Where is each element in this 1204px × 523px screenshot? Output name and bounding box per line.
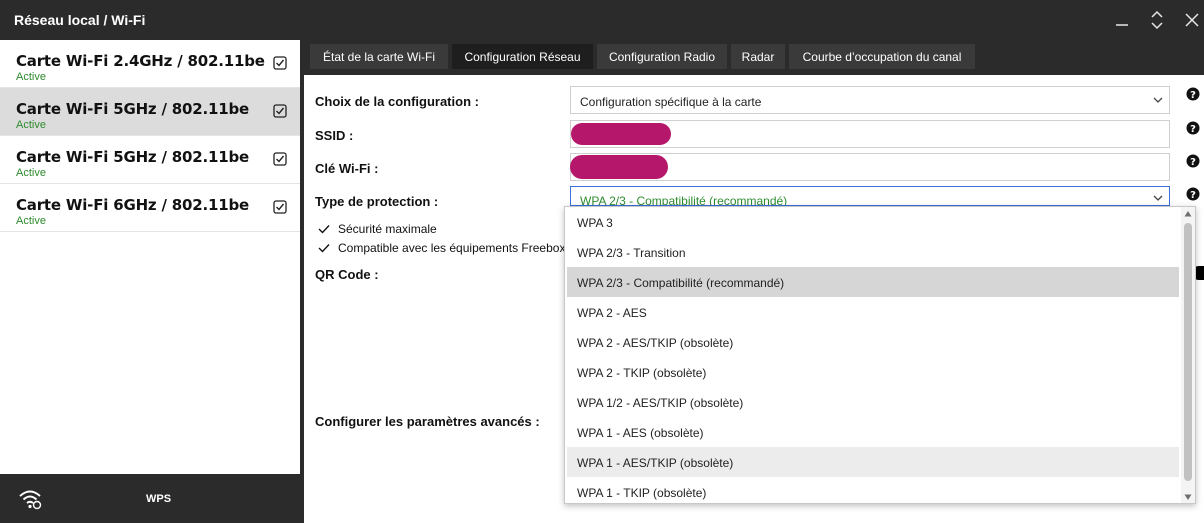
- tab-courbe-occupation[interactable]: Courbe d’occupation du canal: [789, 44, 975, 69]
- wifi-card-name: Carte Wi-Fi 5GHz / 802.11be: [16, 148, 249, 166]
- config-choice-label: Choix de la configuration :: [315, 94, 479, 109]
- advanced-settings-label: Configurer les paramètres avancés :: [315, 414, 540, 429]
- help-icon[interactable]: ?: [1186, 187, 1200, 201]
- checkbox-checked-icon[interactable]: [273, 200, 287, 214]
- close-icon[interactable]: [1180, 8, 1204, 32]
- tab-bar: État de la carte Wi-Fi Configuration Rés…: [304, 40, 1204, 75]
- scroll-down-icon[interactable]: [1184, 493, 1192, 501]
- compatibility-feature-item: Compatible avec les équipements Freebox: [318, 241, 565, 255]
- svg-text:?: ?: [1190, 124, 1196, 135]
- protection-type-select[interactable]: WPA 2/3 - Compatibilité (recommandé): [570, 186, 1170, 206]
- restore-icon[interactable]: [1145, 8, 1169, 32]
- dropdown-option[interactable]: WPA 1/2 - AES/TKIP (obsolète): [567, 387, 1179, 417]
- window-title: Réseau local / Wi-Fi: [14, 12, 146, 28]
- sidebar-bottom-bar: WPS: [0, 474, 304, 523]
- redacted-ssid: [571, 123, 671, 145]
- help-icon[interactable]: ?: [1186, 154, 1200, 168]
- dropdown-option[interactable]: WPA 2 - AES/TKIP (obsolète): [567, 327, 1179, 357]
- dropdown-option[interactable]: WPA 3: [567, 207, 1179, 237]
- svg-text:?: ?: [1190, 157, 1196, 168]
- tab-configuration-radio[interactable]: Configuration Radio: [597, 44, 727, 69]
- chevron-down-icon: [1153, 97, 1163, 103]
- scrollbar-thumb[interactable]: [1184, 223, 1192, 481]
- wifi-card-item[interactable]: Carte Wi-Fi 5GHz / 802.11be Active: [0, 136, 300, 184]
- tab-etat-carte[interactable]: État de la carte Wi-Fi: [310, 44, 448, 69]
- compatibility-feature-text: Compatible avec les équipements Freebox: [338, 241, 566, 255]
- dropdown-option[interactable]: WPA 2 - TKIP (obsolète): [567, 357, 1179, 387]
- qr-code-label: QR Code :: [315, 267, 379, 282]
- wifi-card-item[interactable]: Carte Wi-Fi 2.4GHz / 802.11be Active: [0, 40, 300, 88]
- wps-button[interactable]: WPS: [146, 493, 171, 505]
- wifi-card-name: Carte Wi-Fi 2.4GHz / 802.11be: [16, 52, 265, 70]
- checkmark-icon: [318, 244, 330, 253]
- redacted-wifi-key: [570, 155, 668, 179]
- tab-configuration-reseau[interactable]: Configuration Réseau: [452, 44, 593, 69]
- tab-radar[interactable]: Radar: [731, 44, 785, 69]
- svg-text:?: ?: [1190, 190, 1196, 201]
- checkbox-checked-icon[interactable]: [273, 56, 287, 70]
- svg-text:?: ?: [1190, 90, 1196, 101]
- checkmark-icon: [318, 225, 330, 234]
- security-feature-text: Sécurité maximale: [338, 222, 437, 236]
- config-choice-select[interactable]: Configuration spécifique à la carte: [570, 86, 1170, 114]
- dropdown-option[interactable]: WPA 2/3 - Transition: [567, 237, 1179, 267]
- dropdown-option-hovered[interactable]: WPA 1 - AES/TKIP (obsolète): [567, 447, 1179, 477]
- wifi-card-name: Carte Wi-Fi 5GHz / 802.11be: [16, 100, 249, 118]
- help-icon[interactable]: ?: [1186, 121, 1200, 135]
- ssid-label: SSID :: [315, 128, 354, 143]
- chevron-down-icon: [1153, 195, 1163, 201]
- dropdown-option[interactable]: WPA 2 - AES: [567, 297, 1179, 327]
- checkbox-checked-icon[interactable]: [273, 152, 287, 166]
- minimize-icon[interactable]: [1110, 8, 1134, 32]
- wifi-card-item[interactable]: Carte Wi-Fi 6GHz / 802.11be Active: [0, 184, 300, 232]
- config-choice-value: Configuration spécifique à la carte: [580, 95, 762, 109]
- dropdown-option-selected[interactable]: WPA 2/3 - Compatibilité (recommandé): [567, 267, 1179, 297]
- security-feature-item: Sécurité maximale: [318, 222, 437, 236]
- help-icon[interactable]: ?: [1186, 87, 1200, 101]
- checkbox-checked-icon[interactable]: [273, 104, 287, 118]
- scroll-up-icon[interactable]: [1184, 210, 1192, 218]
- wifi-card-status: Active: [16, 119, 46, 131]
- protection-type-label: Type de protection :: [315, 194, 439, 209]
- protection-type-value: WPA 2/3 - Compatibilité (recommandé): [580, 194, 788, 206]
- protection-type-dropdown: WPA 3 WPA 2/3 - Transition WPA 2/3 - Com…: [564, 206, 1196, 504]
- wifi-card-status: Active: [16, 215, 46, 227]
- wifi-card-list: Carte Wi-Fi 2.4GHz / 802.11be Active Car…: [0, 40, 300, 474]
- wifi-key-label: Clé Wi-Fi :: [315, 161, 379, 176]
- dropdown-option[interactable]: WPA 1 - AES (obsolète): [567, 417, 1179, 447]
- dropdown-option[interactable]: WPA 1 - TKIP (obsolète): [567, 477, 1179, 503]
- wifi-card-item[interactable]: Carte Wi-Fi 5GHz / 802.11be Active: [0, 88, 300, 136]
- dropdown-scrollbar[interactable]: [1181, 207, 1195, 503]
- wifi-card-status: Active: [16, 167, 46, 179]
- window-titlebar: Réseau local / Wi-Fi: [0, 0, 1204, 40]
- wifi-refresh-icon[interactable]: [18, 488, 42, 510]
- wifi-card-name: Carte Wi-Fi 6GHz / 802.11be: [16, 196, 249, 214]
- wifi-card-status: Active: [16, 71, 46, 83]
